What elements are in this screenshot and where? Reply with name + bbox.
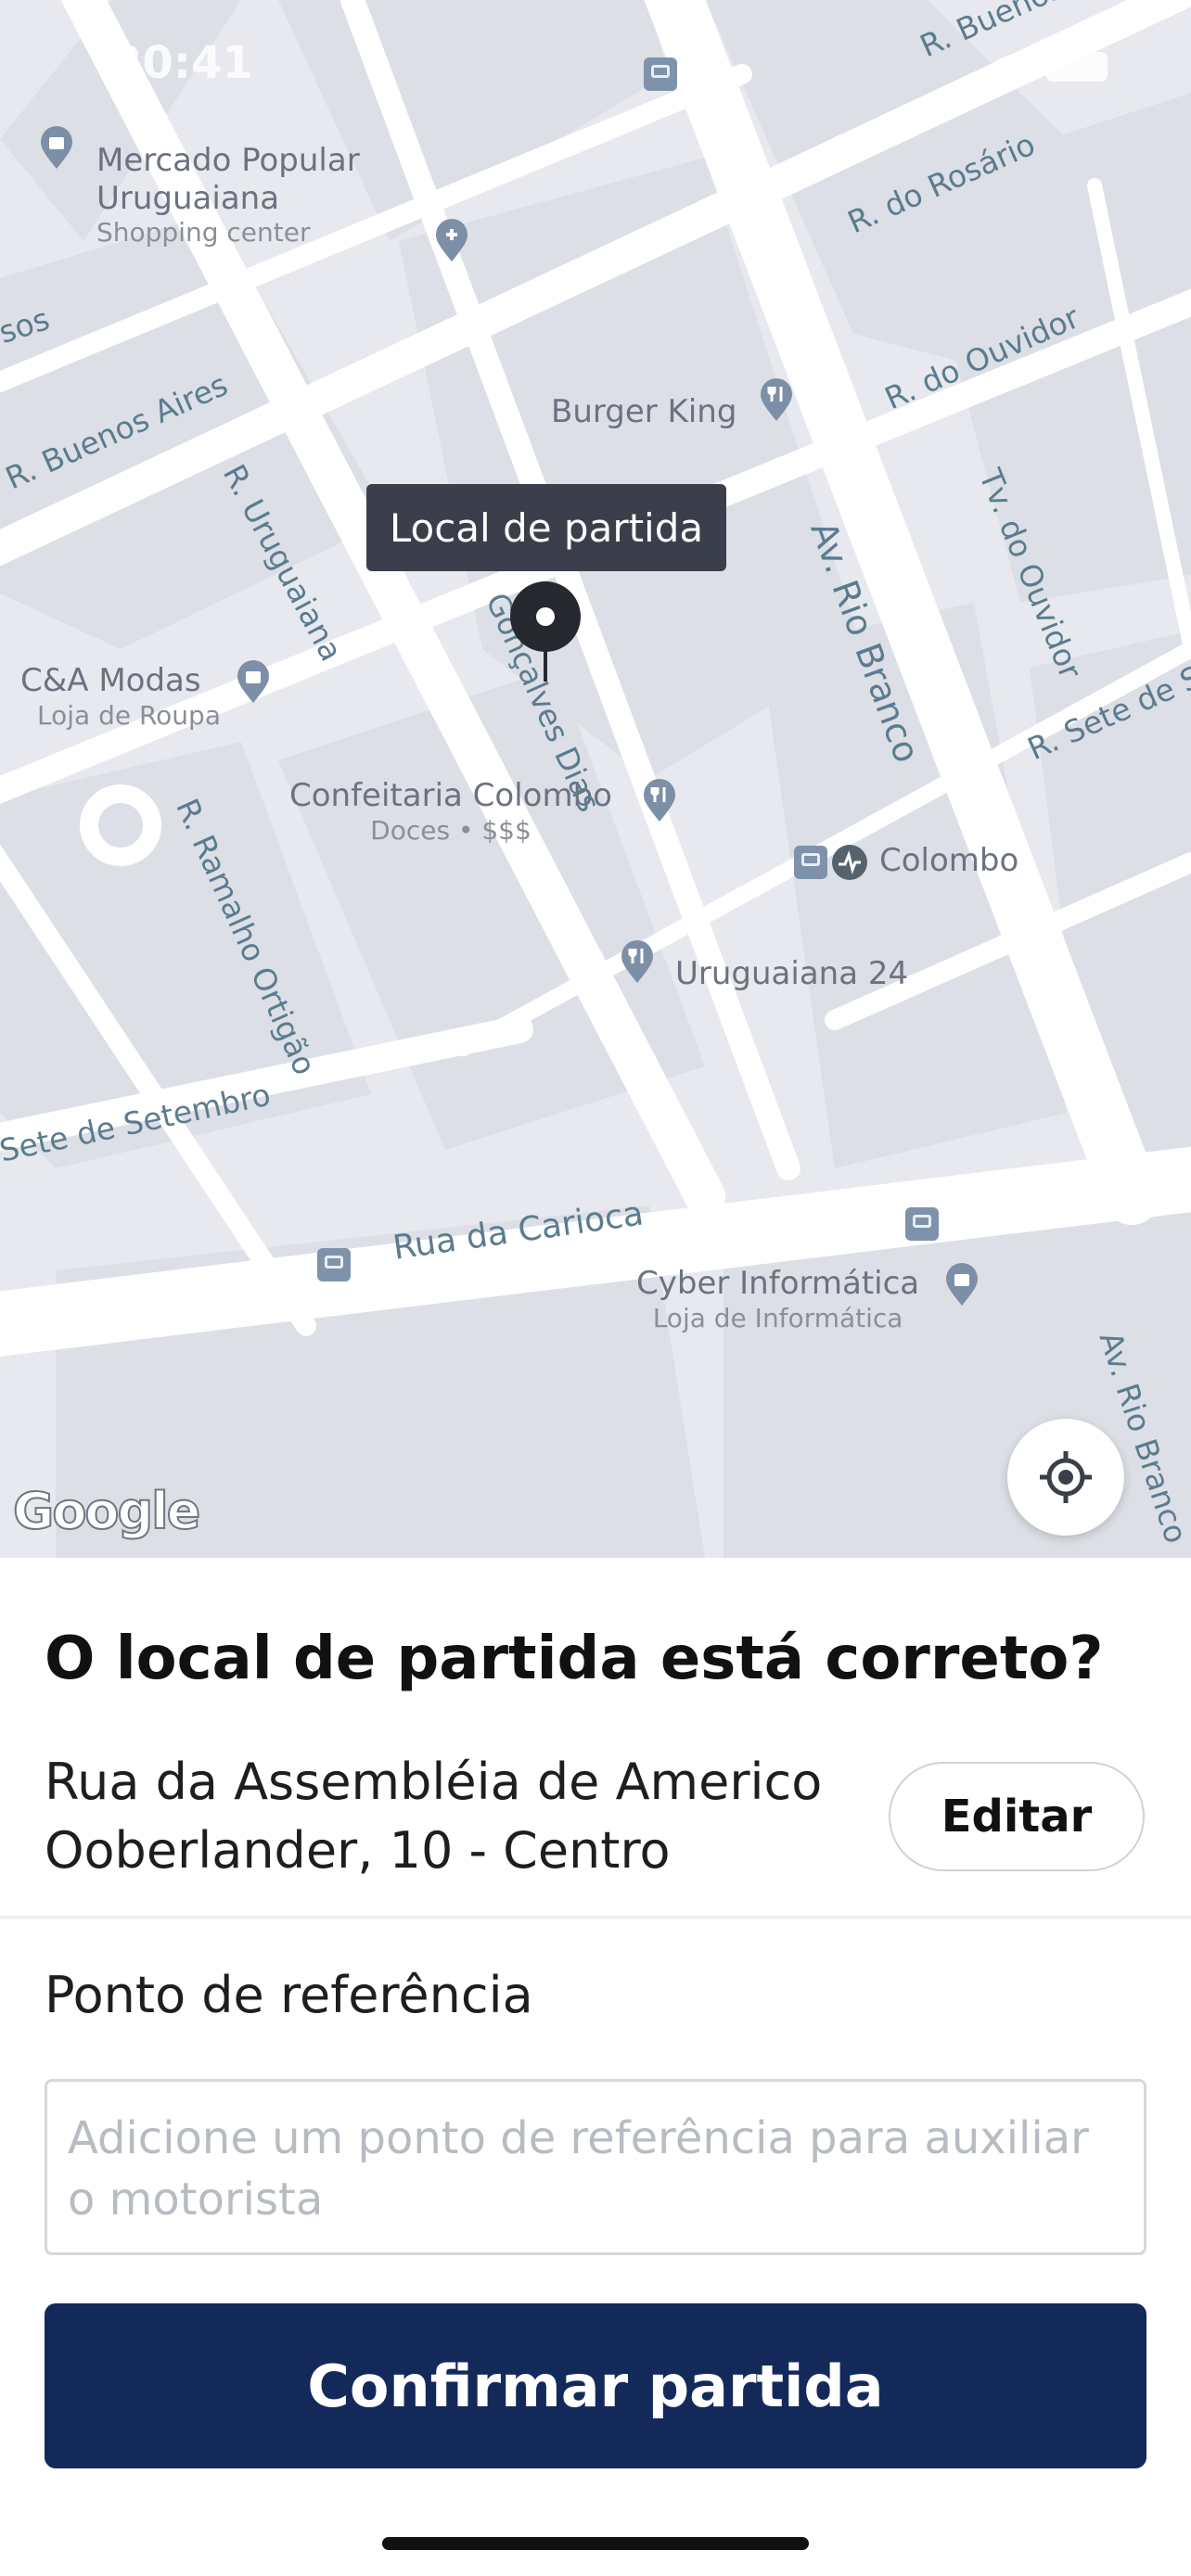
locate-icon bbox=[1040, 1451, 1092, 1503]
battery-icon bbox=[1046, 52, 1108, 82]
poi-category: Doces • $$$ bbox=[370, 814, 531, 846]
poi-uruguaiana-24[interactable]: Uruguaiana 24 bbox=[675, 955, 908, 993]
poi-name: Burger King bbox=[551, 393, 737, 430]
reference-input[interactable]: Adicione um ponto de referência para aux… bbox=[45, 2079, 1146, 2255]
shopping-bag-icon bbox=[946, 1263, 978, 1306]
restaurant-icon bbox=[761, 378, 792, 421]
poi-name: Colombo bbox=[879, 842, 1019, 879]
status-time: 20:41 bbox=[111, 37, 253, 89]
pickup-tooltip: Local de partida bbox=[366, 484, 726, 571]
locate-button[interactable] bbox=[1007, 1419, 1124, 1536]
home-indicator[interactable] bbox=[382, 2537, 809, 2550]
bus-stop-icon bbox=[794, 846, 827, 879]
divider bbox=[0, 1916, 1191, 1919]
map-view[interactable]: 20:41 Mercado Popular Uruguaiana Shoppin… bbox=[0, 0, 1191, 1558]
google-logo: Google bbox=[12, 1481, 201, 1541]
poi-cea-modas[interactable]: C&A Modas Loja de Roupa bbox=[20, 662, 221, 731]
sheet-title: O local de partida está correto? bbox=[45, 1625, 1104, 1693]
pickup-address: Rua da Assembléia de Americo Ooberlander… bbox=[45, 1753, 823, 1880]
poi-category: Loja de Informática bbox=[652, 1302, 903, 1333]
hospital-icon bbox=[436, 219, 467, 261]
poi-colombo-station[interactable]: Colombo bbox=[879, 842, 1018, 880]
confirm-pickup-button[interactable]: Confirmar partida bbox=[45, 2303, 1146, 2468]
shopping-bag-icon bbox=[41, 126, 72, 169]
shopping-bag-icon bbox=[237, 660, 269, 703]
poi-name: Cyber Informática bbox=[636, 1265, 920, 1302]
restaurant-icon bbox=[644, 779, 675, 822]
edit-button[interactable]: Editar bbox=[889, 1762, 1145, 1871]
wifi-icon bbox=[994, 56, 1028, 76]
poi-name: Uruguaiana 24 bbox=[675, 955, 909, 992]
restaurant-icon bbox=[621, 940, 653, 983]
bus-stop-icon bbox=[905, 1207, 939, 1241]
poi-cyber-informatica[interactable]: Cyber Informática Loja de Informática bbox=[636, 1265, 919, 1333]
reference-label: Ponto de referência bbox=[45, 1966, 533, 2024]
metro-icon bbox=[832, 845, 867, 880]
bus-stop-icon bbox=[317, 1248, 351, 1282]
status-icons bbox=[994, 52, 1108, 82]
poi-burger-king[interactable]: Burger King bbox=[551, 393, 736, 431]
poi-mercado-popular[interactable]: Mercado Popular Uruguaiana Shopping cent… bbox=[96, 104, 360, 287]
poi-name: C&A Modas bbox=[20, 662, 201, 699]
bus-stop-icon bbox=[644, 57, 677, 91]
pin-marker-icon[interactable] bbox=[508, 580, 583, 691]
poi-category: Loja de Roupa bbox=[37, 699, 221, 731]
poi-category: Shopping center bbox=[96, 217, 311, 249]
poi-name: Mercado Popular Uruguaiana bbox=[96, 141, 360, 217]
